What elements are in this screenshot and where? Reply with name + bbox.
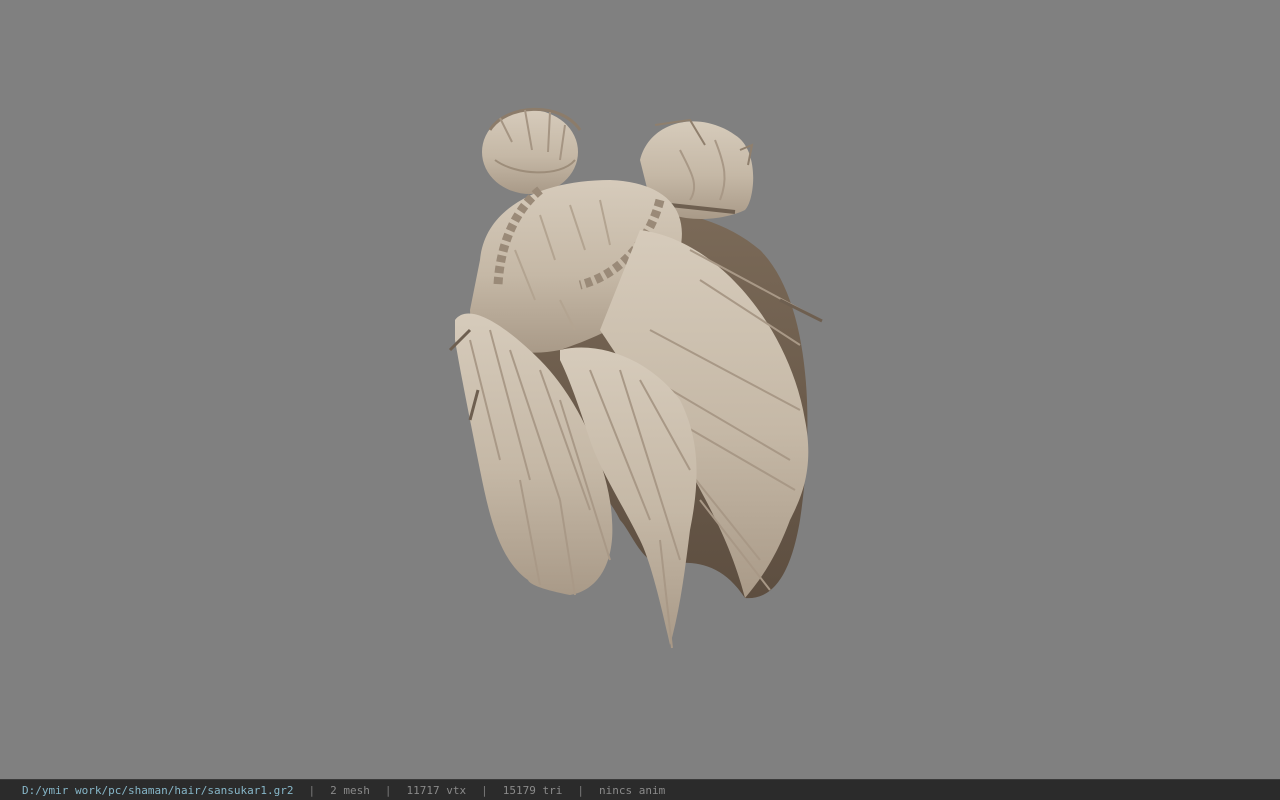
file-path-label: D:/ymir work/pc/shaman/hair/sansukar1.gr…: [22, 783, 294, 797]
separator: |: [481, 783, 488, 797]
left-bun: [482, 107, 582, 194]
vertex-count-label: 11717 vtx: [406, 783, 467, 797]
separator: |: [577, 783, 584, 797]
separator: |: [384, 783, 392, 797]
hair-model-render[interactable]: [0, 0, 1280, 779]
mesh-count-label: 2 mesh: [330, 783, 370, 797]
3d-viewport[interactable]: [0, 0, 1280, 779]
animation-status-label: nincs anim: [599, 783, 666, 797]
separator: |: [308, 783, 316, 797]
status-bar: D:/ymir work/pc/shaman/hair/sansukar1.gr…: [0, 779, 1280, 800]
triangle-count-label: 15179 tri: [502, 783, 563, 797]
